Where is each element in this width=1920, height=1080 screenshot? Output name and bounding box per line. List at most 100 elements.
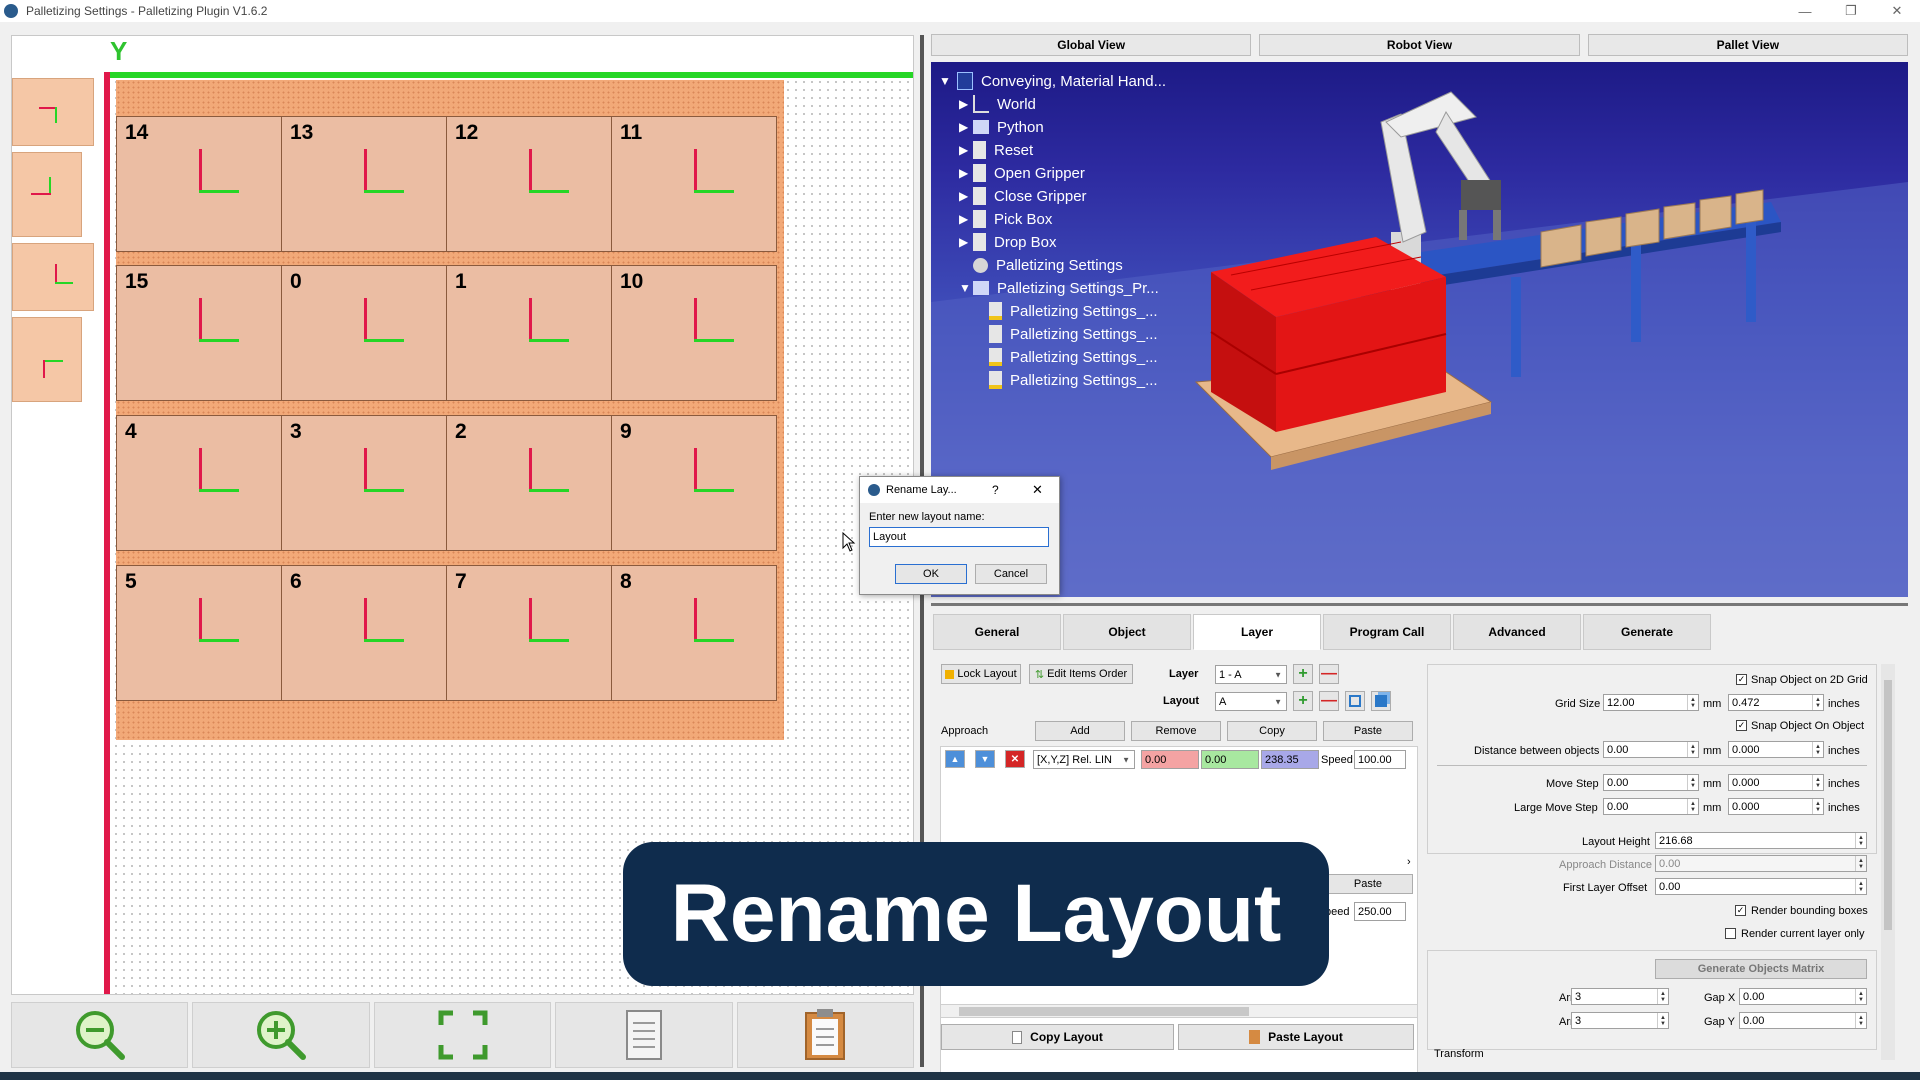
horizontal-splitter[interactable] (931, 603, 1908, 606)
tree-item-world[interactable]: ▶ World (959, 93, 1036, 115)
collapsed-arrow-icon[interactable]: ▶ (959, 120, 973, 134)
tab-object[interactable]: Object (1063, 614, 1191, 650)
collapsed-arrow-icon[interactable]: ▶ (959, 189, 973, 203)
box-item[interactable]: 13 (281, 116, 447, 252)
remove-layer-button[interactable]: — (1319, 664, 1339, 684)
tree-child-2[interactable]: Palletizing Settings_... (989, 323, 1158, 345)
layout-select[interactable]: A ▼ (1215, 692, 1287, 711)
approach-z-field[interactable]: 238.35 (1261, 750, 1319, 769)
orientation-thumb-1[interactable] (12, 78, 94, 146)
box-item[interactable]: 5 (116, 565, 282, 701)
approach-copy-button[interactable]: Copy (1227, 721, 1317, 741)
tab-pallet-view[interactable]: Pallet View (1587, 34, 1908, 56)
snap-2d-grid-checkbox[interactable]: ✓ (1736, 674, 1747, 685)
close-icon[interactable]: ✕ (1874, 0, 1920, 22)
large-move-in-field[interactable]: 0.000 ▲ ▼ (1728, 798, 1824, 815)
collapsed-arrow-icon[interactable]: ▶ (959, 212, 973, 226)
tab-robot-view[interactable]: Robot View (1259, 34, 1580, 56)
tree-item-drop-box[interactable]: ▶ Drop Box (959, 231, 1057, 253)
tree-item-open-gripper[interactable]: ▶ Open Gripper (959, 162, 1085, 184)
orientation-thumb-4[interactable] (12, 317, 82, 402)
edit-items-order-button[interactable]: ⇅ Edit Items Order (1029, 664, 1133, 684)
layer-select[interactable]: 1 - A ▼ (1215, 665, 1287, 684)
approach-y-field[interactable]: 0.00 (1201, 750, 1259, 769)
fit-view-button[interactable] (373, 1002, 552, 1068)
box-item[interactable]: 7 (446, 565, 612, 701)
box-item[interactable]: 14 (116, 116, 282, 252)
tree-item-reset[interactable]: ▶ Reset (959, 139, 1033, 161)
second-paste-button[interactable]: Paste (1323, 874, 1413, 894)
horizontal-scrollbar[interactable] (940, 1004, 1418, 1018)
tree-child-3[interactable]: Palletizing Settings_... (989, 346, 1158, 368)
tab-global-view[interactable]: Global View (931, 34, 1252, 56)
tab-generate[interactable]: Generate (1583, 614, 1711, 650)
collapsed-arrow-icon[interactable]: ▶ (959, 166, 973, 180)
render-current-layer-checkbox[interactable] (1725, 928, 1736, 939)
box-item[interactable]: 8 (611, 565, 777, 701)
tree-item-pick-box[interactable]: ▶ Pick Box (959, 208, 1052, 230)
tree-root[interactable]: ▼ Conveying, Material Hand... (939, 70, 1166, 92)
box-item[interactable]: 0 (281, 265, 447, 401)
box-item[interactable]: 1 (446, 265, 612, 401)
zoom-out-button[interactable] (11, 1002, 189, 1068)
box-item[interactable]: 2 (446, 415, 612, 551)
collapsed-arrow-icon[interactable]: ▶ (959, 143, 973, 157)
box-item[interactable]: 11 (611, 116, 777, 252)
array-y-field[interactable]: 3 ▲ ▼ (1571, 1012, 1669, 1029)
render-bounding-checkbox[interactable]: ✓ (1735, 905, 1746, 916)
minimize-icon[interactable]: — (1782, 0, 1828, 22)
box-item[interactable]: 15 (116, 265, 282, 401)
3d-viewport[interactable]: ▼ Conveying, Material Hand... ▶ World ▶ … (931, 62, 1908, 597)
rename-layout-button[interactable] (1345, 691, 1365, 711)
second-speed-field[interactable]: 250.00 (1354, 902, 1406, 921)
scroll-right-icon[interactable]: › (1407, 856, 1411, 868)
distance-in-field[interactable]: 0.000 ▲ ▼ (1728, 741, 1824, 758)
approach-distance-field[interactable]: 0.00 ▲ ▼ (1655, 855, 1867, 872)
copy-document-button[interactable] (555, 1002, 733, 1068)
gap-x-field[interactable]: 0.00 ▲ ▼ (1739, 988, 1867, 1005)
box-item[interactable]: 3 (281, 415, 447, 551)
layout-name-input[interactable] (869, 527, 1049, 547)
gap-y-field[interactable]: 0.00 ▲ ▼ (1739, 1012, 1867, 1029)
paste-layout-button[interactable]: Paste Layout (1178, 1024, 1414, 1050)
grid-size-in-field[interactable]: 0.472 ▲ ▼ (1728, 694, 1824, 711)
tab-layer[interactable]: Layer (1193, 614, 1321, 650)
tree-item-palletizing-settings-pr[interactable]: ▼ Palletizing Settings_Pr... (959, 277, 1159, 299)
generate-objects-matrix-button[interactable]: Generate Objects Matrix (1655, 959, 1867, 979)
tab-program-call[interactable]: Program Call (1323, 614, 1451, 650)
expanded-arrow-icon[interactable]: ▼ (939, 74, 953, 88)
help-icon[interactable]: ? (992, 483, 999, 497)
grid-size-mm-field[interactable]: 12.00 ▲ ▼ (1603, 694, 1699, 711)
approach-speed-field[interactable]: 100.00 (1354, 750, 1406, 769)
move-up-button[interactable]: ▲ (945, 750, 965, 768)
lock-layout-button[interactable]: Lock Layout (941, 664, 1021, 684)
dialog-close-icon[interactable]: ✕ (1032, 482, 1043, 498)
approach-add-button[interactable]: Add (1035, 721, 1125, 741)
vertical-scrollbar-thumb[interactable] (1884, 680, 1892, 930)
tab-advanced[interactable]: Advanced (1453, 614, 1581, 650)
layout-height-field[interactable]: 216.68 ▲ ▼ (1655, 832, 1867, 849)
duplicate-layout-button[interactable] (1371, 691, 1391, 711)
array-x-field[interactable]: 3 ▲ ▼ (1571, 988, 1669, 1005)
box-item[interactable]: 9 (611, 415, 777, 551)
tree-child-4[interactable]: Palletizing Settings_... (989, 369, 1158, 391)
add-layer-button[interactable]: + (1293, 664, 1313, 684)
tree-item-palletizing-settings[interactable]: Palletizing Settings (959, 254, 1123, 276)
tree-item-close-gripper[interactable]: ▶ Close Gripper (959, 185, 1087, 207)
paste-clipboard-button[interactable] (736, 1002, 915, 1068)
move-step-in-field[interactable]: 0.000 ▲ ▼ (1728, 774, 1824, 791)
tree-child-1[interactable]: Palletizing Settings_... (989, 300, 1158, 322)
dialog-cancel-button[interactable]: Cancel (975, 564, 1047, 584)
tree-item-python[interactable]: ▶ Python (959, 116, 1044, 138)
box-item[interactable]: 4 (116, 415, 282, 551)
snap-on-object-checkbox[interactable]: ✓ (1736, 720, 1747, 731)
dialog-ok-button[interactable]: OK (895, 564, 967, 584)
box-item[interactable]: 12 (446, 116, 612, 252)
copy-layout-button[interactable]: Copy Layout (941, 1024, 1174, 1050)
orientation-thumb-3[interactable] (12, 243, 94, 311)
approach-paste-button[interactable]: Paste (1323, 721, 1413, 741)
tab-general[interactable]: General (933, 614, 1061, 650)
collapsed-arrow-icon[interactable]: ▶ (959, 235, 973, 249)
move-step-mm-field[interactable]: 0.00 ▲ ▼ (1603, 774, 1699, 791)
box-item[interactable]: 10 (611, 265, 777, 401)
